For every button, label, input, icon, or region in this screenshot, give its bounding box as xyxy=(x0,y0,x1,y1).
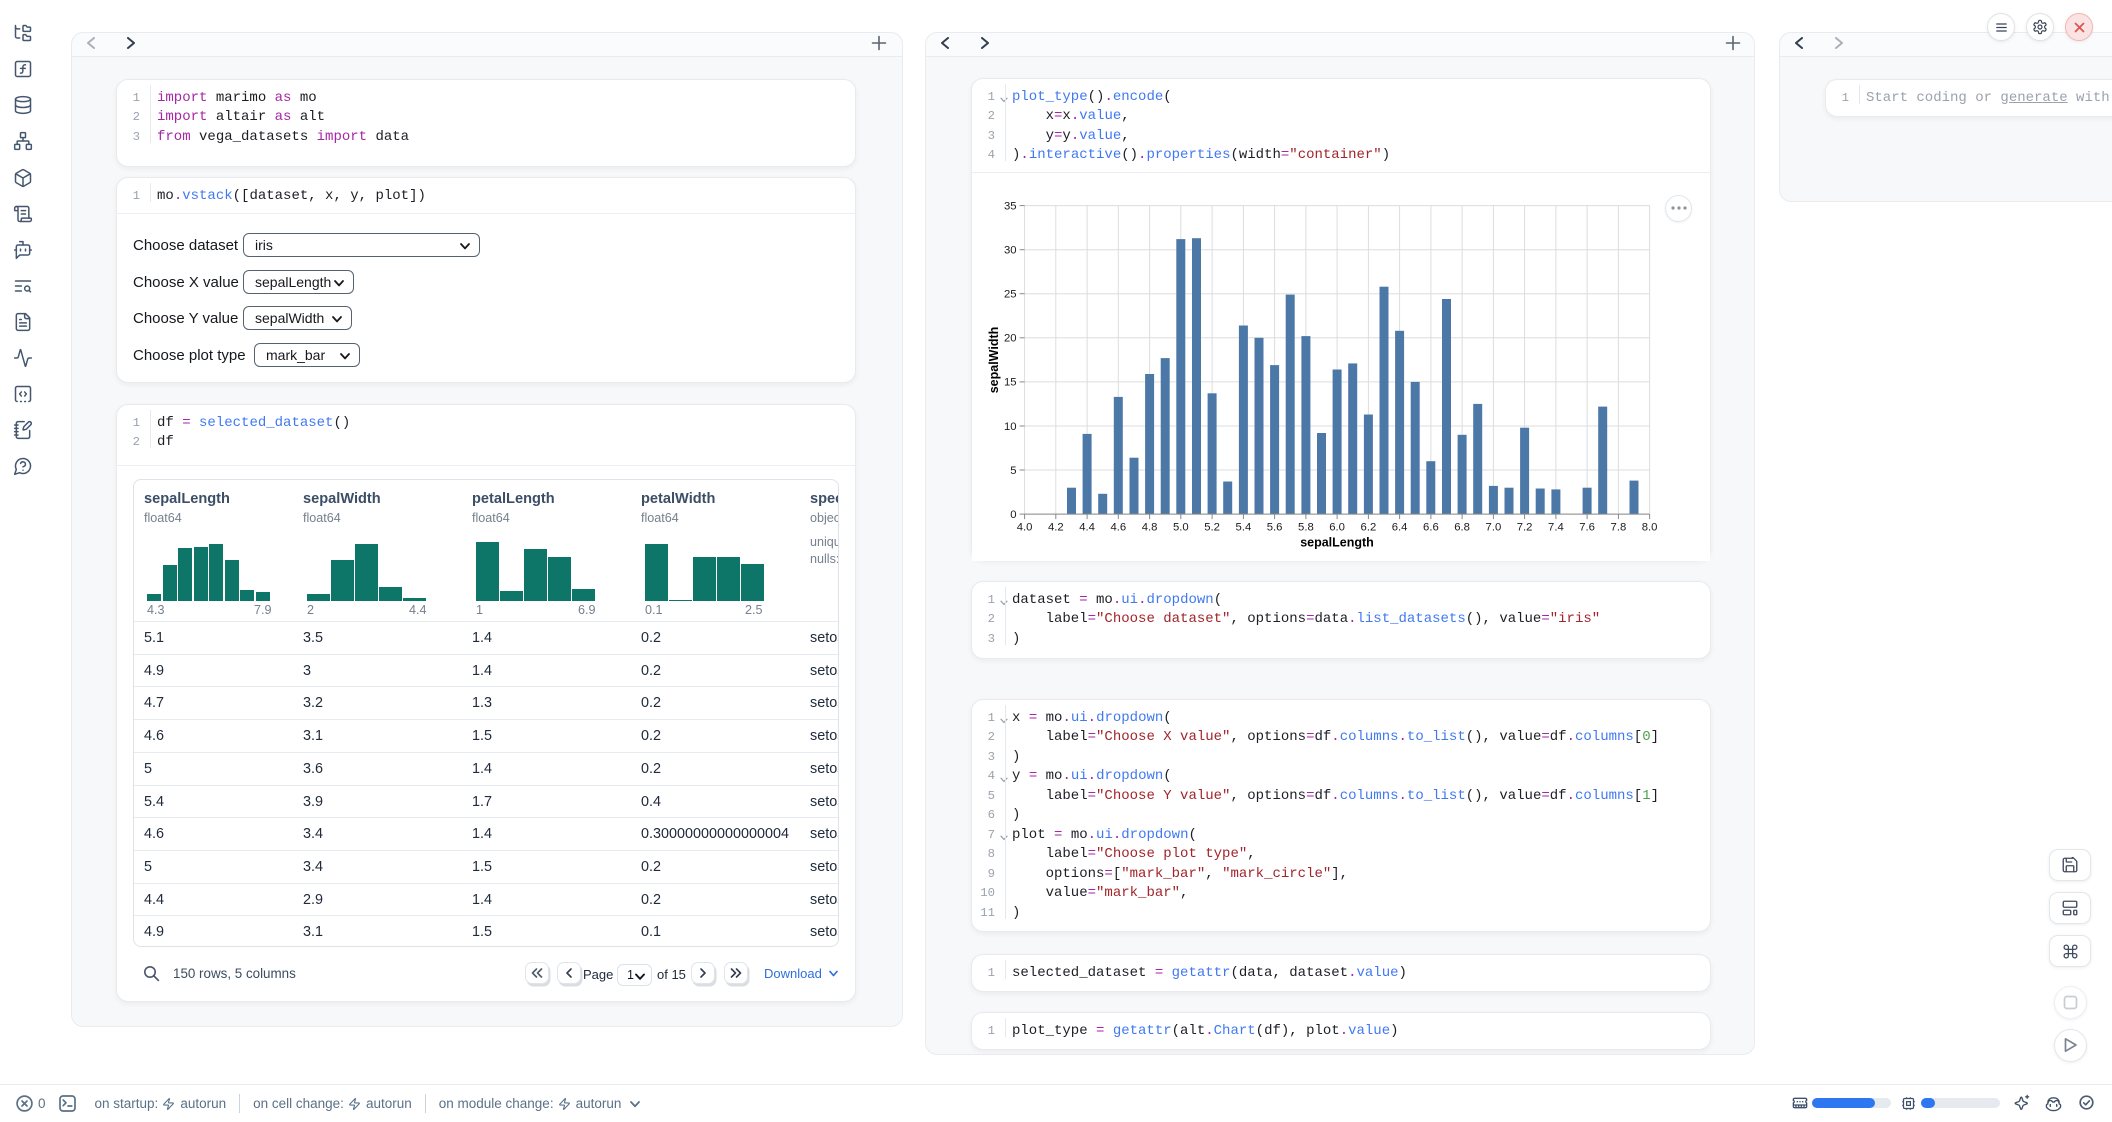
svg-text:sepalLength: sepalLength xyxy=(1300,535,1374,549)
svg-text:30: 30 xyxy=(1004,244,1017,256)
svg-text:4.4: 4.4 xyxy=(1079,521,1095,533)
svg-text:6.0: 6.0 xyxy=(1329,521,1345,533)
svg-text:5.2: 5.2 xyxy=(1204,521,1220,533)
svg-text:7.0: 7.0 xyxy=(1486,521,1502,533)
svg-text:15: 15 xyxy=(1004,376,1017,388)
svg-text:25: 25 xyxy=(1004,288,1017,300)
svg-text:10: 10 xyxy=(1004,420,1017,432)
svg-text:7.2: 7.2 xyxy=(1517,521,1533,533)
svg-text:sepalWidth: sepalWidth xyxy=(987,326,1001,393)
svg-text:4.8: 4.8 xyxy=(1142,521,1158,533)
svg-text:5: 5 xyxy=(1010,464,1016,476)
svg-text:7.4: 7.4 xyxy=(1548,521,1564,533)
svg-text:8.0: 8.0 xyxy=(1642,521,1658,533)
svg-text:5.0: 5.0 xyxy=(1173,521,1189,533)
svg-text:6.6: 6.6 xyxy=(1423,521,1439,533)
svg-text:7.8: 7.8 xyxy=(1611,521,1627,533)
svg-text:6.4: 6.4 xyxy=(1392,521,1408,533)
svg-text:0: 0 xyxy=(1010,508,1016,520)
svg-text:5.4: 5.4 xyxy=(1236,521,1252,533)
svg-text:6.8: 6.8 xyxy=(1454,521,1470,533)
svg-text:5.8: 5.8 xyxy=(1298,521,1314,533)
svg-text:6.2: 6.2 xyxy=(1361,521,1377,533)
svg-text:7.6: 7.6 xyxy=(1579,521,1595,533)
svg-text:5.6: 5.6 xyxy=(1267,521,1283,533)
svg-text:20: 20 xyxy=(1004,332,1017,344)
svg-text:4.6: 4.6 xyxy=(1110,521,1126,533)
svg-text:4.0: 4.0 xyxy=(1017,521,1033,533)
svg-text:35: 35 xyxy=(1004,200,1017,212)
svg-text:4.2: 4.2 xyxy=(1048,521,1064,533)
